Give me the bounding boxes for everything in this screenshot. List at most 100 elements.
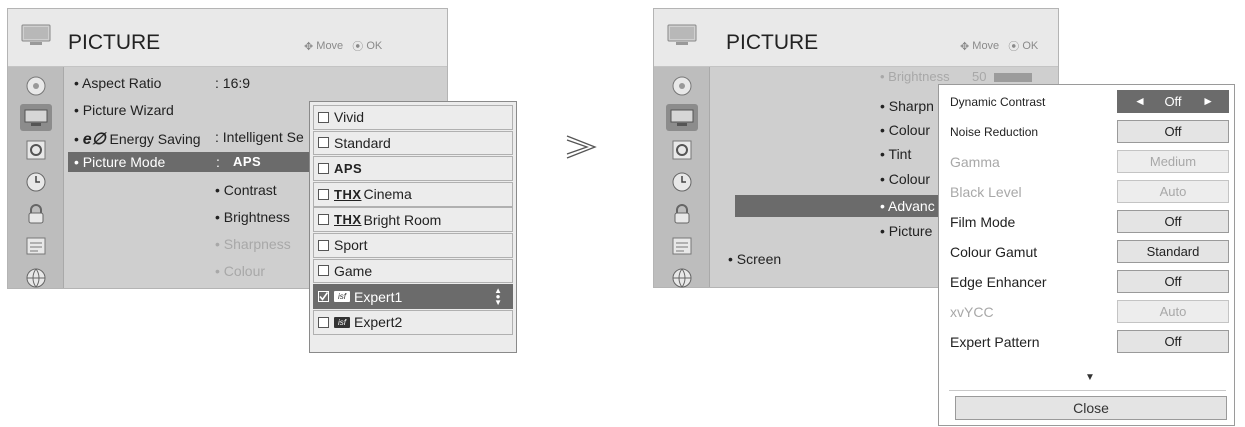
lock-icon[interactable]	[666, 200, 698, 227]
thx-logo: THX	[334, 186, 362, 202]
picture-disc-icon[interactable]	[20, 72, 52, 99]
energy-saving-value: : Intelligent Se	[215, 129, 304, 145]
checkbox	[318, 188, 329, 200]
menu-colour-temperature[interactable]: • Colour	[880, 171, 930, 187]
option-vivid[interactable]: Vivid	[313, 105, 513, 130]
clock-icon[interactable]	[666, 168, 698, 195]
xvycc-value[interactable]: Auto	[1117, 300, 1229, 323]
aps-logo: APS	[334, 161, 363, 177]
menu-colour[interactable]: • Colour	[215, 263, 265, 279]
checkbox	[318, 265, 329, 277]
menu-picture-mode[interactable]: • Picture Mode : APS	[68, 152, 316, 172]
film-mode-value[interactable]: Off	[1117, 210, 1229, 233]
menu-contrast[interactable]: • Contrast	[215, 182, 277, 198]
up-down-icon: ▲ ● ▼	[494, 286, 502, 308]
lock-icon[interactable]	[20, 200, 52, 227]
checkbox	[318, 163, 329, 175]
transition-arrow-icon	[566, 135, 597, 159]
checkbox	[318, 137, 329, 149]
checkbox	[318, 214, 329, 226]
menu-brightness[interactable]: • Brightness	[880, 69, 950, 84]
menu-sharpness[interactable]: • Sharpn	[880, 98, 934, 114]
energy-saving-icon: e∅	[82, 131, 106, 148]
checkbox	[318, 111, 329, 123]
arrow-left-icon[interactable]: ◄	[1134, 91, 1146, 112]
ok-icon: ⦿	[1008, 41, 1020, 53]
noise-reduction-value[interactable]: Off	[1117, 120, 1229, 143]
menu-energy-saving[interactable]: • e∅ Energy Saving	[74, 129, 201, 149]
dynamic-contrast-value[interactable]: ◄ Off ►	[1117, 90, 1229, 113]
clock-icon[interactable]	[20, 168, 52, 195]
title-bar: PICTURE ✥ Move ⦿ OK	[654, 9, 1058, 67]
option-standard[interactable]: Standard	[313, 130, 513, 156]
menu-aspect-ratio[interactable]: • Aspect Ratio	[74, 75, 161, 91]
colour-gamut-value[interactable]: Standard	[1117, 240, 1229, 263]
row-film-mode[interactable]: Film Mode Off	[939, 207, 1236, 237]
option-sport[interactable]: Sport	[313, 232, 513, 258]
brightness-bar	[994, 73, 1032, 82]
option-aps[interactable]: APS	[313, 156, 513, 181]
category-sidebar	[654, 67, 710, 287]
option-expert1[interactable]: isf Expert1 ▲ ● ▼	[313, 284, 513, 309]
option-expert2[interactable]: isf Expert2	[313, 309, 513, 335]
tv-icon[interactable]	[666, 104, 698, 131]
row-expert-pattern[interactable]: Expert Pattern Off	[939, 327, 1236, 357]
row-colour-gamut[interactable]: Colour Gamut Standard	[939, 237, 1236, 267]
menu-colour[interactable]: • Colour	[880, 122, 930, 138]
edge-enhancer-value[interactable]: Off	[1117, 270, 1229, 293]
menu-brightness[interactable]: • Brightness	[215, 209, 290, 225]
picture-mode-colon: :	[216, 154, 220, 170]
row-dynamic-contrast[interactable]: Dynamic Contrast ◄ Off ►	[939, 87, 1236, 117]
menu-screen[interactable]: • Screen	[728, 251, 781, 267]
ok-icon: ⦿	[352, 41, 364, 53]
audio-icon[interactable]	[20, 136, 52, 163]
black-level-value[interactable]: Auto	[1117, 180, 1229, 203]
scroll-down-icon[interactable]: ▼	[1085, 372, 1095, 383]
network-icon[interactable]	[666, 264, 698, 291]
checkbox-checked	[318, 291, 329, 303]
tv-icon	[667, 24, 697, 45]
page-title: PICTURE	[68, 31, 161, 54]
option-icon[interactable]	[666, 232, 698, 259]
row-xvycc[interactable]: xvYCC Auto	[939, 297, 1236, 327]
title-bar: PICTURE ✥ Move ⦿ OK	[8, 9, 447, 67]
aspect-ratio-value: : 16:9	[215, 75, 251, 91]
gamma-value[interactable]: Medium	[1117, 150, 1229, 173]
option-icon[interactable]	[20, 232, 52, 259]
nav-hint: ✥ Move ⦿ OK	[960, 40, 1039, 53]
thx-logo: THX	[334, 212, 362, 228]
page-title: PICTURE	[726, 31, 819, 54]
checkbox	[318, 239, 329, 251]
isf-logo: isf	[334, 291, 350, 303]
category-sidebar	[8, 67, 64, 288]
option-thx-bright-room[interactable]: THX Bright Room	[313, 207, 513, 233]
move-icon: ✥	[960, 40, 970, 53]
isf-logo: isf	[334, 316, 350, 328]
checkbox	[318, 316, 329, 328]
menu-picture-reset[interactable]: • Picture	[880, 223, 932, 239]
picture-mode-dropdown: Vivid Standard APS THX Cinema THX Bright …	[309, 101, 517, 353]
row-black-level[interactable]: Black Level Auto	[939, 177, 1236, 207]
option-game[interactable]: Game	[313, 258, 513, 284]
menu-sharpness[interactable]: • Sharpness	[215, 236, 291, 252]
network-icon[interactable]	[20, 264, 52, 291]
brightness-value: 50	[972, 69, 987, 84]
arrow-right-icon[interactable]: ►	[1202, 91, 1214, 112]
audio-icon[interactable]	[666, 136, 698, 163]
tv-icon	[21, 24, 51, 45]
advanced-control-popup: Dynamic Contrast ◄ Off ► Noise Reduction…	[938, 84, 1235, 426]
expert-pattern-value[interactable]: Off	[1117, 330, 1229, 353]
close-button[interactable]: Close	[955, 396, 1227, 420]
option-thx-cinema[interactable]: THX Cinema	[313, 181, 513, 207]
row-noise-reduction[interactable]: Noise Reduction Off	[939, 117, 1236, 147]
menu-picture-wizard[interactable]: • Picture Wizard	[74, 102, 174, 118]
move-icon: ✥	[304, 40, 314, 53]
row-gamma[interactable]: Gamma Medium	[939, 147, 1236, 177]
tv-icon[interactable]	[20, 104, 52, 131]
picture-disc-icon[interactable]	[666, 72, 698, 99]
row-edge-enhancer[interactable]: Edge Enhancer Off	[939, 267, 1236, 297]
menu-tint[interactable]: • Tint	[880, 146, 911, 162]
nav-hint: ✥ Move ⦿ OK	[304, 40, 383, 53]
aps-logo: APS	[233, 154, 262, 169]
divider	[949, 390, 1226, 391]
